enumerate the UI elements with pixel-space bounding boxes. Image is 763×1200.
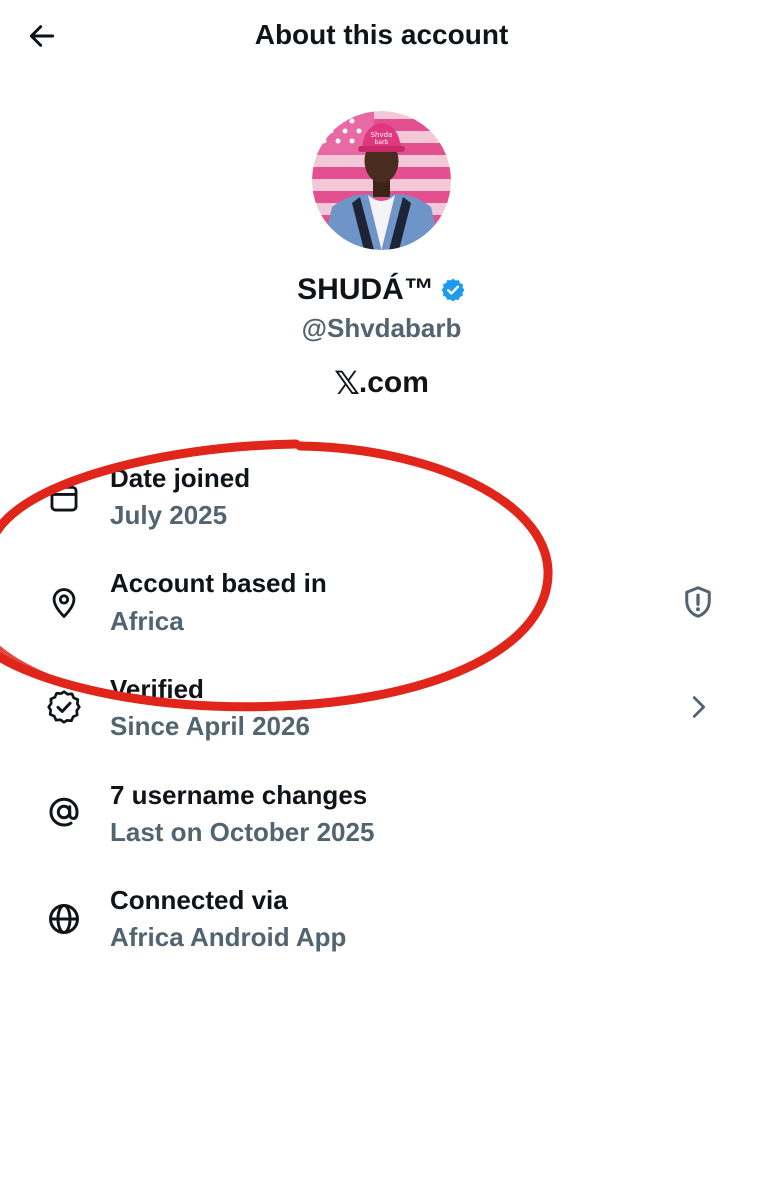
calendar-icon: [44, 478, 84, 518]
item-subtitle: Africa: [110, 606, 184, 636]
page-title: About this account: [254, 19, 509, 50]
avatar: Shvda barb: [312, 111, 451, 250]
info-item-username-changes: 7 username changes Last on October 2025: [0, 778, 763, 868]
top-bar: About this account: [0, 0, 763, 72]
globe-icon: [44, 899, 84, 939]
info-item-connected-via: Connected via Africa Android App: [0, 883, 763, 973]
svg-text:barb: barb: [375, 139, 389, 146]
info-item-verified[interactable]: Verified Since April 2026: [0, 672, 763, 762]
display-name: SHUDÁ™: [297, 273, 434, 306]
location-pin-icon: [44, 583, 84, 623]
item-title: Connected via: [110, 885, 288, 915]
item-title: 7 username changes: [110, 780, 368, 810]
item-subtitle: Since April 2026: [110, 711, 310, 741]
item-title: Account based in: [110, 568, 327, 598]
verified-badge-icon: [441, 278, 465, 302]
info-item-date-joined: Date joined July 2025: [0, 460, 763, 550]
verified-badge-icon: [44, 687, 84, 727]
chevron-right-icon[interactable]: [678, 687, 718, 727]
site-link[interactable]: 𝕏 .com: [0, 362, 763, 404]
item-subtitle: July 2025: [110, 500, 228, 530]
item-subtitle: Last on October 2025: [110, 817, 375, 847]
site-domain: .com: [358, 366, 429, 399]
item-title: Date joined: [110, 463, 251, 493]
shield-alert-icon[interactable]: [678, 582, 718, 622]
svg-text:Shvda: Shvda: [371, 131, 393, 139]
item-subtitle: Africa Android App: [110, 922, 347, 952]
item-title: Verified: [110, 674, 204, 704]
info-item-account-based-in: Account based in Africa: [0, 566, 763, 656]
x-logo: 𝕏: [334, 364, 360, 402]
display-name-row: SHUDÁ™: [0, 270, 763, 310]
username-handle: @Shvdabarb: [301, 313, 462, 343]
at-sign-icon: [44, 792, 84, 832]
